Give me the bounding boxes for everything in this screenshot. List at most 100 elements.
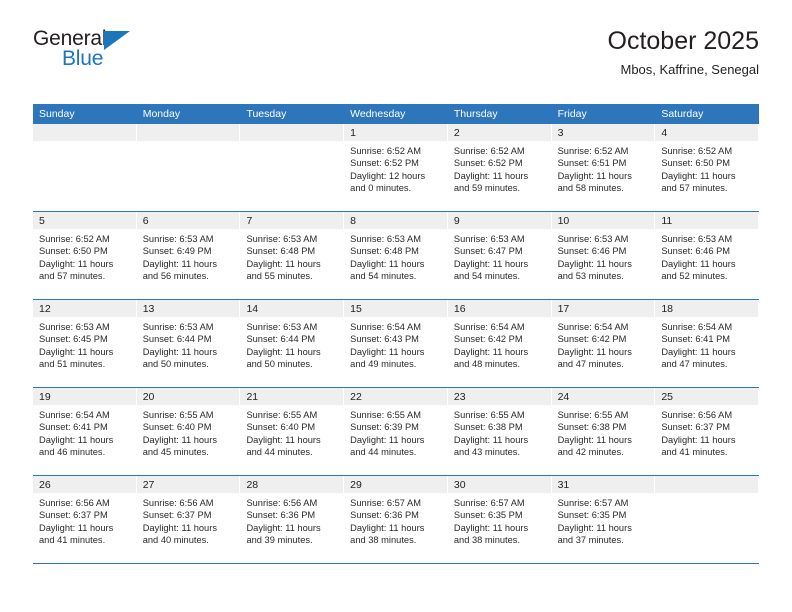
day-cell[interactable]: 12 Sunrise: 6:53 AM Sunset: 6:45 PM Dayl… [33,300,137,387]
daylight-text-line2: and 44 minutes. [350,447,417,458]
day-details [33,141,137,145]
daylight-text-line1: Daylight: 11 hours [453,170,529,181]
week-row: 12 Sunrise: 6:53 AM Sunset: 6:45 PM Dayl… [33,300,760,388]
daylight-text-line2: and 47 minutes. [557,359,624,370]
day-cell[interactable]: 30 Sunrise: 6:57 AM Sunset: 6:35 PM Dayl… [447,476,552,563]
day-number [240,124,345,141]
daylight-text-line2: and 51 minutes. [39,359,106,370]
day-details: Sunrise: 6:53 AM Sunset: 6:45 PM Dayligh… [33,317,137,371]
day-cell[interactable]: 7 Sunrise: 6:53 AM Sunset: 6:48 PM Dayli… [240,212,345,299]
day-details: Sunrise: 6:55 AM Sunset: 6:38 PM Dayligh… [448,405,552,459]
day-cell[interactable]: 14 Sunrise: 6:53 AM Sunset: 6:44 PM Dayl… [240,300,345,387]
daylight-text-line1: Daylight: 11 hours [39,434,114,445]
sunset-text: Sunset: 6:37 PM [661,422,731,433]
day-cell[interactable]: 1 Sunrise: 6:52 AM Sunset: 6:52 PM Dayli… [344,124,448,211]
day-number: 24 [551,388,656,405]
sunset-text: Sunset: 6:46 PM [661,246,731,257]
day-cell[interactable]: 3 Sunrise: 6:52 AM Sunset: 6:51 PM Dayli… [551,124,656,211]
sunset-text: Sunset: 6:39 PM [350,422,419,433]
day-cell[interactable] [240,124,345,211]
day-details: Sunrise: 6:53 AM Sunset: 6:44 PM Dayligh… [240,317,344,371]
sunrise-text: Sunrise: 6:54 AM [557,322,629,332]
sunset-text: Sunset: 6:49 PM [142,246,212,257]
sunrise-text: Sunrise: 6:56 AM [39,498,110,508]
day-cell[interactable]: 21 Sunrise: 6:55 AM Sunset: 6:40 PM Dayl… [240,388,345,475]
day-cell[interactable]: 29 Sunrise: 6:57 AM Sunset: 6:36 PM Dayl… [344,476,448,563]
daylight-text-line2: and 38 minutes. [453,535,521,546]
day-cell[interactable]: 26 Sunrise: 6:56 AM Sunset: 6:37 PM Dayl… [33,476,137,563]
daylight-text-line1: Daylight: 11 hours [557,258,632,269]
day-cell[interactable]: 22 Sunrise: 6:55 AM Sunset: 6:39 PM Dayl… [344,388,448,475]
sunrise-text: Sunrise: 6:53 AM [246,234,318,244]
daylight-text-line2: and 41 minutes. [39,535,106,546]
daylight-text-line2: and 40 minutes. [142,535,209,546]
daylight-text-line2: and 43 minutes. [453,447,521,458]
daylight-text-line2: and 38 minutes. [350,535,417,546]
day-details: Sunrise: 6:55 AM Sunset: 6:40 PM Dayligh… [137,405,241,459]
day-number [136,124,241,141]
day-cell[interactable]: 24 Sunrise: 6:55 AM Sunset: 6:38 PM Dayl… [551,388,656,475]
weekday-header-thursday: Thursday [453,108,498,120]
sunrise-text: Sunrise: 6:54 AM [350,322,421,332]
sunrise-text: Sunrise: 6:54 AM [39,410,110,420]
generalblue-logo[interactable]: General Blue [33,28,263,78]
sunrise-text: Sunrise: 6:54 AM [661,322,733,332]
day-number: 7 [240,212,345,229]
daylight-text-line1: Daylight: 11 hours [453,346,529,357]
day-number: 21 [240,388,345,405]
sunset-text: Sunset: 6:52 PM [453,158,523,169]
day-cell[interactable]: 5 Sunrise: 6:52 AM Sunset: 6:50 PM Dayli… [33,212,137,299]
week-row: 19 Sunrise: 6:54 AM Sunset: 6:41 PM Dayl… [33,388,760,476]
day-cell[interactable]: 15 Sunrise: 6:54 AM Sunset: 6:43 PM Dayl… [344,300,448,387]
day-cell[interactable]: 31 Sunrise: 6:57 AM Sunset: 6:35 PM Dayl… [551,476,656,563]
page-title: October 2025 [607,27,760,55]
day-details: Sunrise: 6:53 AM Sunset: 6:48 PM Dayligh… [240,229,344,283]
day-cell[interactable]: 17 Sunrise: 6:54 AM Sunset: 6:42 PM Dayl… [551,300,656,387]
title-block: October 2025 Mbos, Kaffrine, Senegal [608,26,760,80]
daylight-text-line2: and 48 minutes. [453,359,521,370]
week-row: 1 Sunrise: 6:52 AM Sunset: 6:52 PM Dayli… [33,124,760,212]
day-number: 1 [344,124,448,141]
day-cell[interactable]: 18 Sunrise: 6:54 AM Sunset: 6:41 PM Dayl… [655,300,760,387]
day-cell[interactable]: 28 Sunrise: 6:56 AM Sunset: 6:36 PM Dayl… [240,476,345,563]
day-cell[interactable] [33,124,137,211]
day-cell[interactable] [136,124,241,211]
day-cell[interactable]: 11 Sunrise: 6:53 AM Sunset: 6:46 PM Dayl… [655,212,760,299]
day-cell[interactable]: 16 Sunrise: 6:54 AM Sunset: 6:42 PM Dayl… [447,300,552,387]
sunset-text: Sunset: 6:37 PM [39,510,108,521]
day-cell[interactable]: 4 Sunrise: 6:52 AM Sunset: 6:50 PM Dayli… [655,124,760,211]
day-cell[interactable]: 20 Sunrise: 6:55 AM Sunset: 6:40 PM Dayl… [136,388,241,475]
day-cell[interactable]: 13 Sunrise: 6:53 AM Sunset: 6:44 PM Dayl… [136,300,241,387]
daylight-text-line1: Daylight: 11 hours [557,434,632,445]
day-cell[interactable] [655,476,760,563]
calendar-grid: Sunday Monday Tuesday Wednesday Thursday… [33,104,760,564]
daylight-text-line1: Daylight: 12 hours [350,170,426,181]
day-cell[interactable]: 10 Sunrise: 6:53 AM Sunset: 6:46 PM Dayl… [551,212,656,299]
day-number: 11 [655,212,760,229]
weekday-header-sunday: Sunday [39,108,75,120]
day-cell[interactable]: 6 Sunrise: 6:53 AM Sunset: 6:49 PM Dayli… [136,212,241,299]
daylight-text-line2: and 44 minutes. [246,447,313,458]
day-number: 4 [655,124,760,141]
sunrise-text: Sunrise: 6:55 AM [453,410,525,420]
day-cell[interactable]: 25 Sunrise: 6:56 AM Sunset: 6:37 PM Dayl… [655,388,760,475]
daylight-text-line2: and 37 minutes. [557,535,624,546]
day-number: 19 [33,388,137,405]
daylight-text-line2: and 50 minutes. [142,359,209,370]
sunrise-text: Sunrise: 6:53 AM [39,322,110,332]
sunrise-text: Sunrise: 6:53 AM [350,234,421,244]
sunrise-text: Sunrise: 6:55 AM [350,410,421,420]
day-cell[interactable]: 8 Sunrise: 6:53 AM Sunset: 6:48 PM Dayli… [344,212,448,299]
day-number [33,124,137,141]
day-cell[interactable]: 27 Sunrise: 6:56 AM Sunset: 6:37 PM Dayl… [136,476,241,563]
calendar-page: General Blue October 2025 Mbos, Kaffrine… [0,0,792,612]
day-details: Sunrise: 6:55 AM Sunset: 6:39 PM Dayligh… [344,405,448,459]
day-details: Sunrise: 6:52 AM Sunset: 6:50 PM Dayligh… [33,229,137,283]
sunset-text: Sunset: 6:36 PM [246,510,316,521]
day-cell[interactable]: 19 Sunrise: 6:54 AM Sunset: 6:41 PM Dayl… [33,388,137,475]
day-details: Sunrise: 6:53 AM Sunset: 6:47 PM Dayligh… [448,229,552,283]
day-cell[interactable]: 23 Sunrise: 6:55 AM Sunset: 6:38 PM Dayl… [447,388,552,475]
day-cell[interactable]: 9 Sunrise: 6:53 AM Sunset: 6:47 PM Dayli… [447,212,552,299]
day-details: Sunrise: 6:53 AM Sunset: 6:46 PM Dayligh… [655,229,759,283]
day-cell[interactable]: 2 Sunrise: 6:52 AM Sunset: 6:52 PM Dayli… [447,124,552,211]
